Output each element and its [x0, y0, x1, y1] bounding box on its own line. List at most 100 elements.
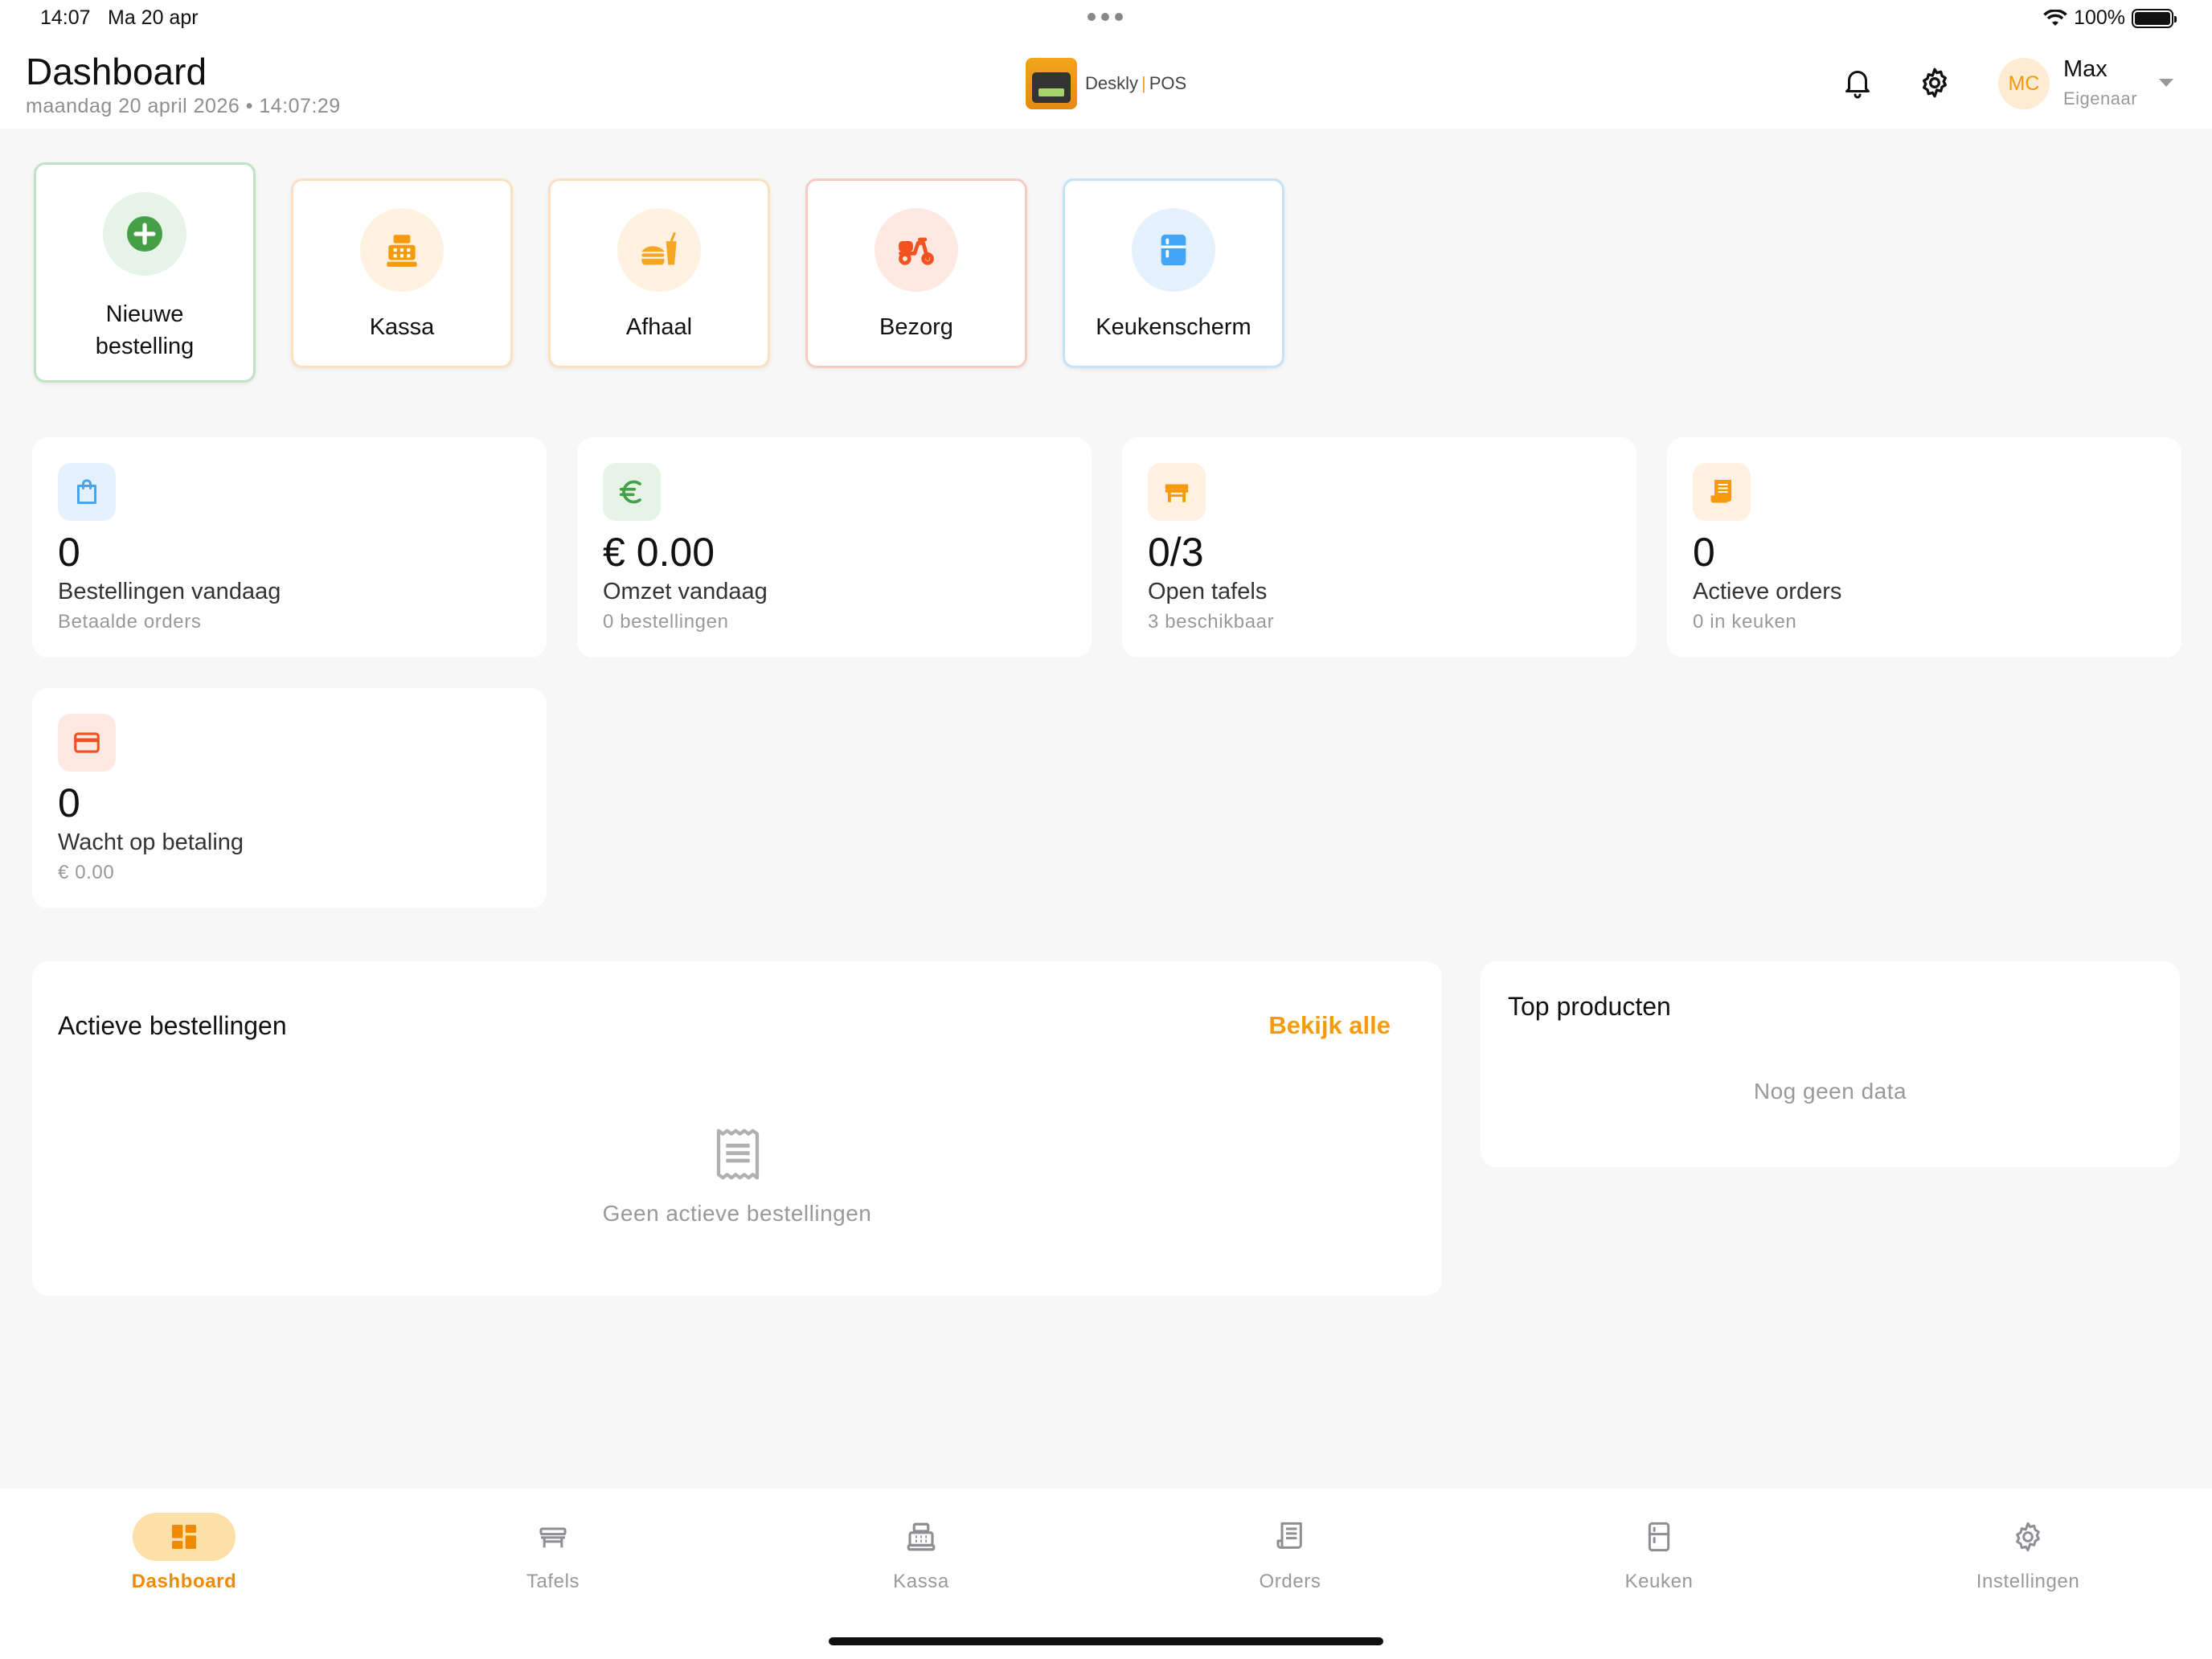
stat-card-revenue-today: € 0.00 Omzet vandaag 0 bestellingen	[577, 437, 1092, 657]
empty-receipt-icon	[712, 1125, 764, 1187]
receipt-icon	[1276, 1522, 1302, 1549]
quick-action-kassa[interactable]: Kassa	[291, 178, 513, 368]
nav-label: Keuken	[1624, 1571, 1694, 1592]
nav-pill	[1239, 1513, 1342, 1561]
view-all-link[interactable]: Bekijk alle	[1268, 1011, 1391, 1040]
table-icon	[1165, 484, 1189, 502]
nav-label: Orders	[1259, 1571, 1321, 1592]
quick-action-label: Kassa	[369, 314, 435, 340]
stat-card-active-orders: 0 Actieve orders 0 in keuken	[1667, 437, 2181, 657]
nav-pill	[1608, 1513, 1710, 1561]
top-products-title: Top producten	[1508, 992, 1671, 1021]
new-order-icon-circle	[103, 192, 186, 276]
page-title: Dashboard	[26, 51, 207, 92]
nav-item-orders[interactable]: Orders	[1186, 1513, 1395, 1593]
stat-card-awaiting-payment: 0 Wacht op betaling € 0.00	[32, 688, 547, 908]
bezorg-icon-circle	[875, 208, 958, 292]
quick-action-bezorg[interactable]: Bezorg	[805, 178, 1027, 368]
stat-card-open-tables: 0/3 Open tafels 3 beschikbaar	[1122, 437, 1636, 657]
stat-value: 0	[58, 780, 80, 825]
stat-value: 0	[1693, 530, 1715, 575]
bottom-navigation: Dashboard Tafels Kassa Orders Keuken Ins…	[0, 1489, 2212, 1659]
nav-pill	[870, 1513, 973, 1561]
wifi-icon	[2043, 9, 2067, 26]
dashboard-icon	[172, 1525, 196, 1549]
logo-product: POS	[1149, 73, 1187, 93]
notifications-button[interactable]	[1837, 63, 1878, 103]
stat-label: Bestellingen vandaag	[58, 579, 281, 604]
stat-icon-box	[58, 463, 116, 521]
top-products-panel: Top producten Nog geen data	[1481, 961, 2180, 1167]
stat-sub: 3 beschikbaar	[1148, 611, 1275, 633]
home-indicator[interactable]	[829, 1637, 1383, 1645]
nav-pill	[502, 1513, 604, 1561]
nav-item-dashboard[interactable]: Dashboard	[80, 1513, 289, 1593]
stat-label: Wacht op betaling	[58, 830, 244, 855]
nav-label: Instellingen	[1976, 1571, 2080, 1592]
kassa-icon-circle	[360, 208, 444, 292]
logo-brand: Deskly	[1085, 73, 1139, 93]
stat-label: Open tafels	[1148, 579, 1268, 604]
takeaway-food-icon	[641, 231, 677, 265]
nav-item-instellingen[interactable]: Instellingen	[1923, 1513, 2132, 1593]
logo-separator: |	[1141, 73, 1146, 93]
shopping-bag-icon	[77, 479, 96, 504]
quick-action-new-order[interactable]: Nieuwe bestelling	[34, 162, 256, 383]
gear-icon	[2016, 1522, 2040, 1552]
stat-icon-box	[1148, 463, 1206, 521]
stat-value: € 0.00	[603, 530, 715, 575]
euro-icon	[619, 480, 641, 504]
gear-icon	[1923, 68, 1947, 98]
multitasking-dots-icon[interactable]	[1088, 13, 1123, 21]
user-role: Eigenaar	[2063, 88, 2138, 109]
page-datetime: maandag 20 april 2026 • 14:07:29	[26, 95, 341, 117]
fridge-icon	[1161, 234, 1186, 266]
bell-icon	[1845, 71, 1870, 99]
avatar[interactable]: MC	[1998, 58, 2050, 109]
stat-label: Actieve orders	[1693, 579, 1842, 604]
stat-sub: 0 bestellingen	[603, 611, 729, 633]
battery-icon	[2132, 8, 2177, 28]
plus-circle-icon	[127, 216, 162, 252]
credit-card-icon	[74, 732, 100, 753]
status-time: 14:07	[40, 6, 91, 29]
nav-pill	[133, 1513, 236, 1561]
status-right: 100%	[2043, 6, 2177, 30]
cash-register-icon	[387, 235, 417, 267]
active-orders-panel: Actieve bestellingen Bekijk alle Geen ac…	[32, 961, 1442, 1296]
stat-icon-box	[1693, 463, 1751, 521]
cash-register-icon	[907, 1522, 936, 1551]
keukenscherm-icon-circle	[1132, 208, 1215, 292]
chevron-down-icon[interactable]	[2159, 79, 2173, 87]
empty-orders-text: Geen actieve bestellingen	[602, 1201, 872, 1226]
stat-sub: Betaalde orders	[58, 611, 202, 633]
status-bar: 14:07 Ma 20 apr 100%	[0, 0, 2212, 39]
app-header: Dashboard maandag 20 april 2026 • 14:07:…	[0, 39, 2212, 129]
nav-label: Dashboard	[131, 1571, 237, 1592]
status-date: Ma 20 apr	[108, 6, 199, 29]
top-products-empty-text: Nog geen data	[1753, 1079, 1907, 1104]
nav-item-kassa[interactable]: Kassa	[817, 1513, 1026, 1593]
stat-sub: 0 in keuken	[1693, 611, 1797, 633]
quick-action-label: Bezorg	[879, 314, 953, 340]
stat-value: 0	[58, 530, 80, 575]
settings-button[interactable]	[1915, 63, 1955, 103]
active-orders-title: Actieve bestellingen	[58, 1011, 287, 1040]
nav-label: Tafels	[526, 1571, 580, 1592]
afhaal-icon-circle	[617, 208, 701, 292]
quick-action-label: Keukenscherm	[1096, 314, 1251, 340]
scooter-icon	[899, 237, 934, 265]
battery-percent: 100%	[2074, 6, 2125, 29]
quick-action-keukenscherm[interactable]: Keukenscherm	[1063, 178, 1284, 368]
quick-action-label: Afhaal	[625, 314, 693, 340]
nav-item-tafels[interactable]: Tafels	[449, 1513, 657, 1593]
quick-action-afhaal[interactable]: Afhaal	[548, 178, 770, 368]
stat-card-orders-today: 0 Bestellingen vandaag Betaalde orders	[32, 437, 547, 657]
user-name[interactable]: Max	[2063, 56, 2108, 83]
nav-label: Kassa	[893, 1571, 949, 1592]
receipt-icon	[1710, 480, 1731, 503]
app-logo: Deskly | POS	[1026, 58, 1186, 109]
nav-item-keuken[interactable]: Keuken	[1555, 1513, 1763, 1593]
stat-label: Omzet vandaag	[603, 579, 768, 604]
logo-text: Deskly | POS	[1085, 73, 1186, 94]
